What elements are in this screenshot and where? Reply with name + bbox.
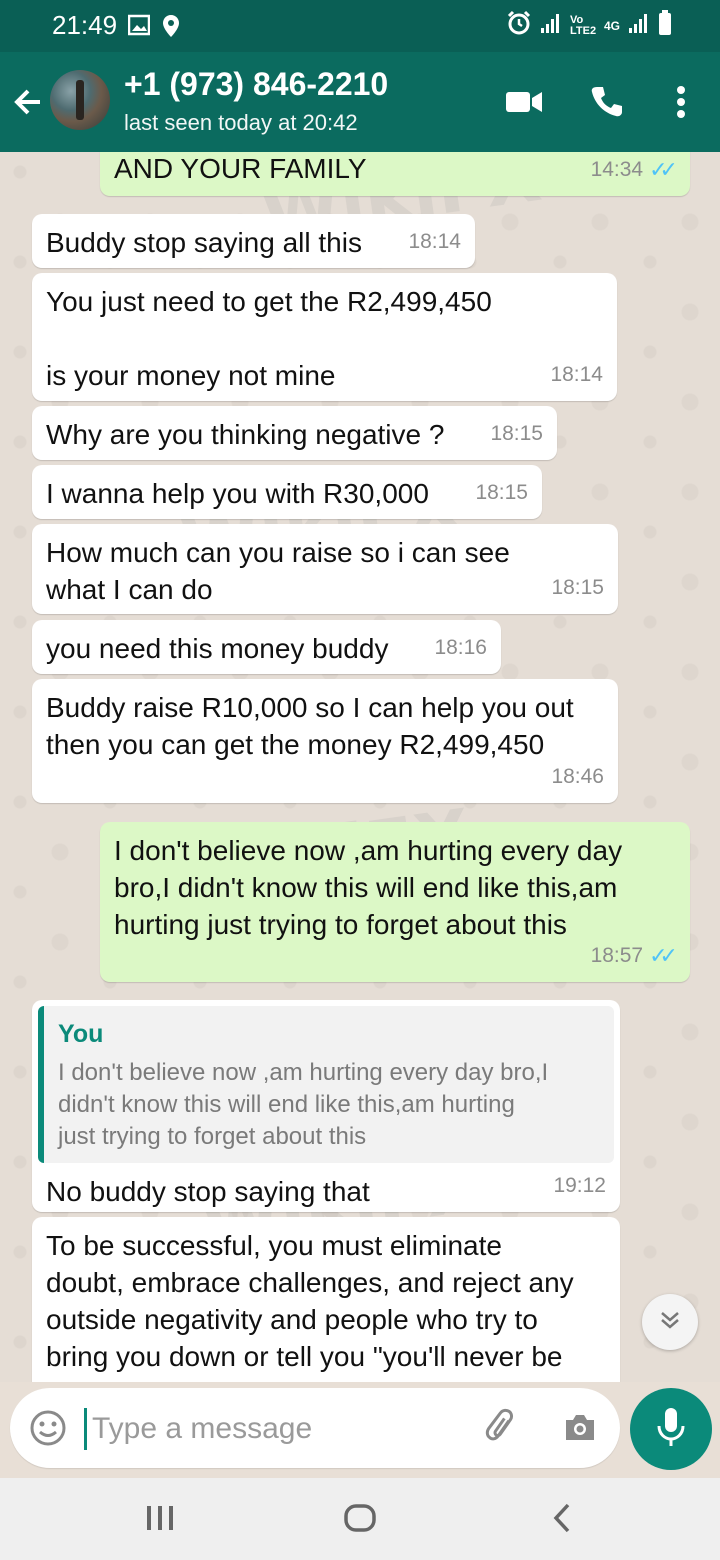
avatar[interactable] bbox=[50, 70, 110, 130]
chat-area[interactable]: WikiFX WikiFX WikiFX WikiFX AND YOUR FAM… bbox=[0, 152, 720, 1382]
timestamp: 18:16 bbox=[434, 636, 487, 659]
message-text-line: I don't believe now ,am hurting every da… bbox=[114, 835, 623, 866]
message-text-line: outside negativity and people who try to bbox=[46, 1304, 538, 1335]
message-incoming[interactable]: Buddy raise R10,000 so I can help you ou… bbox=[32, 679, 618, 803]
timestamp: 14:34 bbox=[590, 158, 644, 181]
emoji-icon[interactable] bbox=[28, 1408, 68, 1453]
mic-icon bbox=[655, 1406, 687, 1453]
alarm-icon bbox=[506, 10, 532, 41]
message-text-line: bro,I didn't know this will end like thi… bbox=[114, 872, 618, 903]
message-time: 19:12 bbox=[553, 1167, 606, 1204]
timestamp: 18:15 bbox=[490, 422, 543, 445]
quote-text-line: just trying to forget about this bbox=[58, 1123, 367, 1150]
timestamp: 18:57 bbox=[590, 944, 644, 967]
message-text: I wanna help you with R30,000 bbox=[46, 478, 429, 509]
message-incoming[interactable]: You just need to get the R2,499,450 is y… bbox=[32, 273, 617, 401]
message-input[interactable]: Type a message bbox=[10, 1388, 620, 1468]
message-text-line: Buddy raise R10,000 so I can help you ou… bbox=[46, 692, 574, 723]
mic-button[interactable] bbox=[630, 1388, 712, 1470]
message-incoming[interactable]: How much can you raise so i can see what… bbox=[32, 524, 618, 614]
image-icon bbox=[127, 14, 151, 41]
timestamp: 18:15 bbox=[551, 576, 604, 599]
more-vert-icon[interactable] bbox=[674, 84, 688, 125]
recent-apps-icon[interactable] bbox=[144, 1500, 176, 1541]
message-text: Why are you thinking negative ? bbox=[46, 419, 445, 450]
read-tick-icon: ✓✓ bbox=[649, 157, 678, 182]
message-text-line: what I can do bbox=[46, 574, 213, 605]
message-text-line: is your money not mine bbox=[46, 360, 336, 391]
message-text-line: bring you down or tell you "you'll never… bbox=[46, 1341, 563, 1372]
location-icon bbox=[162, 14, 180, 43]
read-tick-icon: ✓✓ bbox=[649, 943, 678, 968]
message-text-line: You just need to get the R2,499,450 bbox=[46, 286, 492, 317]
message-text-line: then you can get the money R2,499,450 bbox=[46, 729, 545, 760]
contact-name[interactable]: +1 (973) 846-2210 bbox=[124, 66, 388, 103]
scroll-down-icon bbox=[657, 1307, 683, 1338]
message-incoming[interactable]: To be successful, you must eliminate dou… bbox=[32, 1217, 620, 1382]
phone-icon[interactable] bbox=[590, 84, 624, 125]
last-seen: last seen today at 20:42 bbox=[124, 110, 358, 135]
message-text-line: How much can you raise so i can see bbox=[46, 537, 510, 568]
timestamp: 18:14 bbox=[408, 230, 461, 253]
message-text-line: To be successful, you must eliminate bbox=[46, 1230, 502, 1261]
message-text: you need this money buddy bbox=[46, 633, 389, 664]
message-text-line: doubt, embrace challenges, and reject an… bbox=[46, 1267, 574, 1298]
timestamp: 18:14 bbox=[550, 363, 603, 386]
message-outgoing[interactable]: I don't believe now ,am hurting every da… bbox=[100, 822, 690, 982]
timestamp: 19:12 bbox=[553, 1174, 606, 1197]
status-time: 21:49 bbox=[52, 10, 118, 40]
quoted-message[interactable]: You I don't believe now ,am hurting ever… bbox=[38, 1006, 614, 1163]
message-incoming[interactable]: Why are you thinking negative ? 18:15 bbox=[32, 406, 557, 460]
message-incoming-reply[interactable]: You I don't believe now ,am hurting ever… bbox=[32, 1000, 620, 1212]
battery-icon bbox=[658, 10, 672, 41]
message-placeholder: Type a message bbox=[92, 1412, 313, 1445]
back-arrow-icon[interactable] bbox=[10, 84, 46, 125]
message-incoming[interactable]: you need this money buddy 18:16 bbox=[32, 620, 501, 674]
quote-text-line: I don't believe now ,am hurting every da… bbox=[58, 1059, 549, 1086]
chat-header: +1 (973) 846-2210 last seen today at 20:… bbox=[0, 52, 720, 152]
message-text: Buddy stop saying all this bbox=[46, 227, 362, 258]
message-outgoing[interactable]: AND YOUR FAMILY 14:34 ✓✓ bbox=[100, 152, 690, 196]
message-time: 18:14 bbox=[408, 223, 461, 260]
message-composer: Type a message bbox=[0, 1382, 720, 1478]
message-time: 18:57 ✓✓ bbox=[590, 937, 678, 974]
attach-icon[interactable] bbox=[482, 1408, 522, 1453]
message-incoming[interactable]: Buddy stop saying all this 18:14 bbox=[32, 214, 475, 268]
quote-author: You bbox=[58, 1020, 104, 1048]
status-bar: 21:49 Vo LTE2 4G bbox=[0, 0, 720, 52]
message-text: No buddy stop saying that bbox=[46, 1176, 370, 1207]
message-time: 18:15 bbox=[551, 569, 604, 606]
signal-icon bbox=[540, 12, 562, 39]
signal-icon-2 bbox=[628, 12, 650, 39]
back-icon[interactable] bbox=[548, 1500, 576, 1541]
message-incoming[interactable]: I wanna help you with R30,000 18:15 bbox=[32, 465, 542, 519]
network-label: Vo LTE2 bbox=[569, 13, 597, 37]
message-time: 18:15 bbox=[490, 415, 543, 452]
network-type: 4G bbox=[603, 18, 620, 33]
quote-text-line: didn't know this will end like this,am h… bbox=[58, 1091, 515, 1118]
timestamp: 18:46 bbox=[551, 765, 604, 788]
camera-icon[interactable] bbox=[560, 1408, 600, 1453]
system-navigation-bar bbox=[0, 1478, 720, 1560]
timestamp: 18:15 bbox=[475, 481, 528, 504]
message-time: 18:14 bbox=[550, 356, 603, 393]
message-time: 18:16 bbox=[434, 629, 487, 666]
message-time: 18:15 bbox=[475, 474, 528, 511]
video-call-icon[interactable] bbox=[504, 84, 544, 125]
message-time: 18:46 bbox=[551, 758, 604, 795]
home-icon[interactable] bbox=[342, 1500, 378, 1541]
message-time: 14:34 ✓✓ bbox=[590, 152, 678, 188]
text-caret bbox=[84, 1408, 87, 1450]
scroll-down-button[interactable] bbox=[642, 1294, 698, 1350]
